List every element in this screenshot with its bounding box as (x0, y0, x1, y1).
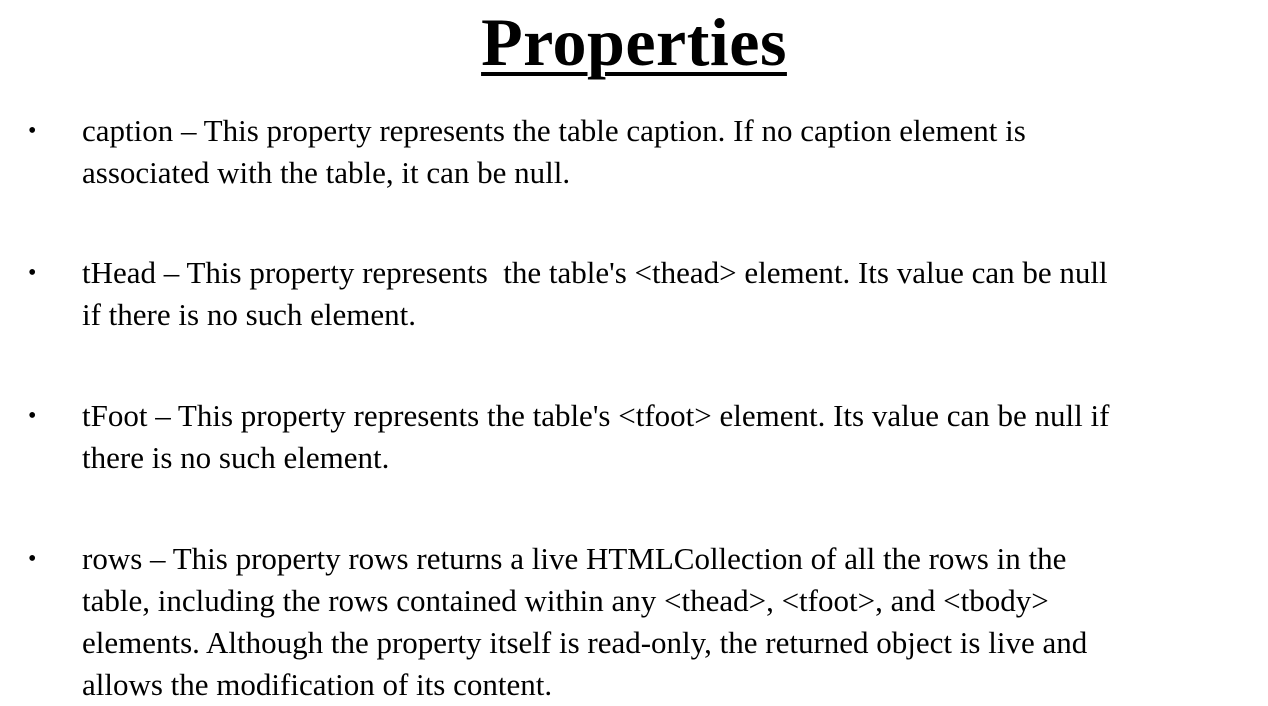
bullet-line: elements. Although the property itself i… (82, 625, 1088, 660)
bullet-line: if there is no such element. (82, 297, 417, 332)
slide: Properties • caption – This property rep… (0, 0, 1268, 704)
bullet-line: caption – This property represents the t… (82, 113, 1026, 148)
bullet-dot-icon: • (28, 118, 37, 144)
bullet-line: tFoot – This property represents the tab… (82, 398, 1110, 433)
bullet-text: tHead – This property represents the tab… (82, 252, 1252, 336)
bullet-line: table, including the rows contained with… (82, 583, 1049, 618)
slide-title: Properties (0, 0, 1268, 84)
bullet-line: tHead – This property represents the tab… (82, 255, 1108, 290)
bullet-line: associated with the table, it can be nul… (82, 155, 571, 190)
bullet-dot-icon: • (28, 546, 37, 572)
bullet-text: rows – This property rows returns a live… (82, 538, 1252, 706)
bullet-line: rows – This property rows returns a live… (82, 541, 1067, 576)
bullet-text: caption – This property represents the t… (82, 110, 1252, 194)
slide-title-text: Properties (481, 4, 787, 80)
bullet-text: tFoot – This property represents the tab… (82, 395, 1252, 479)
bullet-line: there is no such element. (82, 440, 390, 475)
bullet-dot-icon: • (28, 260, 37, 286)
bullet-dot-icon: • (28, 403, 37, 429)
bullet-line: allows the modification of its content. (82, 667, 553, 702)
